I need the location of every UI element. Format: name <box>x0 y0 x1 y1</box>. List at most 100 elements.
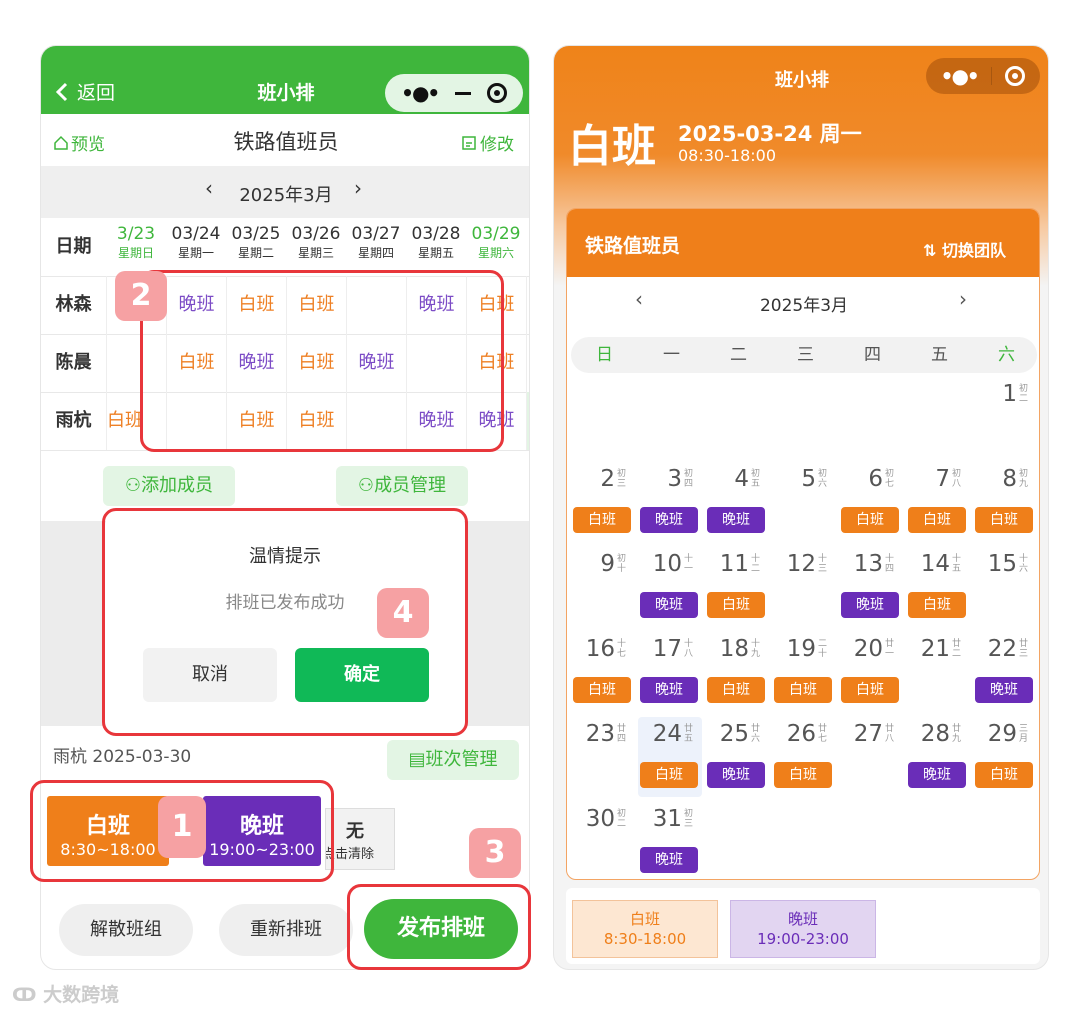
edit-icon <box>462 135 476 150</box>
calendar-day[interactable]: 25 廿六 晚班 <box>705 717 769 797</box>
watermark-logo-icon: ↀ <box>12 984 44 1006</box>
close-target-icon[interactable] <box>486 83 507 103</box>
shift-pill: 白班 <box>975 507 1033 533</box>
lunar-date: 初八 <box>952 469 962 489</box>
watermark-text: 大数跨境 <box>43 984 120 1006</box>
lunar-date: 二十 <box>818 639 828 659</box>
schedule-cell[interactable] <box>526 392 529 450</box>
schedule-cell[interactable] <box>526 276 529 334</box>
date-column-header[interactable]: 03/25 星期二 <box>226 224 286 261</box>
lunar-date: 初三 <box>617 469 627 489</box>
calendar-day[interactable]: 16 十七 白班 <box>571 632 635 712</box>
shift-pill: 白班 <box>841 507 899 533</box>
calendar-day[interactable]: 1 初二 <box>973 377 1037 457</box>
day-number: 6 <box>868 466 883 492</box>
dissolve-button[interactable]: 解散班组 <box>59 904 193 956</box>
next-month-button[interactable]: › <box>959 287 967 311</box>
calendar-day[interactable]: 11 十二 白班 <box>705 547 769 627</box>
column-date: 03 <box>526 224 529 244</box>
calendar-day[interactable]: 3 初四 晚班 <box>638 462 702 542</box>
calendar-day[interactable]: 5 初六 <box>772 462 836 542</box>
calendar-day[interactable]: 22 廿三 晚班 <box>973 632 1037 712</box>
shift-clear-hint: 点击清除 <box>325 847 374 862</box>
date-column-header[interactable]: 03/27 星期四 <box>346 224 406 261</box>
calendar-day[interactable]: 31 初三 晚班 <box>638 802 702 879</box>
lunar-date: 廿四 <box>617 724 627 744</box>
calendar-day[interactable]: 30 初二 <box>571 802 635 879</box>
date-column-header[interactable]: 03/29 星期六 <box>466 224 526 261</box>
more-icon[interactable]: •●• <box>941 64 980 88</box>
minimize-icon[interactable] <box>454 91 471 95</box>
back-button[interactable]: 返回 <box>55 78 115 105</box>
date-column-header[interactable]: 03/24 星期一 <box>166 224 226 261</box>
weekday-label: 四 <box>864 345 881 365</box>
calendar-day[interactable]: 29 三月 白班 <box>973 717 1037 797</box>
date-column-header[interactable]: 03/26 星期三 <box>286 224 346 261</box>
shift-pill: 白班 <box>841 677 899 703</box>
schedule-cell[interactable] <box>526 334 529 392</box>
calendar-day[interactable]: 12 十三 <box>772 547 836 627</box>
calendar-day[interactable]: 26 廿七 白班 <box>772 717 836 797</box>
calendar-day[interactable]: 15 十六 <box>973 547 1037 627</box>
calendar-day[interactable]: 4 初五 晚班 <box>705 462 769 542</box>
day-number: 8 <box>1002 466 1017 492</box>
calendar-day[interactable]: 2 初三 白班 <box>571 462 635 542</box>
date-column-header[interactable]: 03星 <box>526 224 529 261</box>
more-icon[interactable]: •●• <box>401 81 440 105</box>
calendar-day[interactable]: 13 十四 晚班 <box>839 547 903 627</box>
column-weekday: 星期五 <box>417 246 454 260</box>
close-target-icon[interactable] <box>1005 66 1026 86</box>
watermark: ↀ 大数跨境 <box>12 980 119 1007</box>
member-manage-label: 成员管理 <box>374 475 447 496</box>
member-name: 雨杭 <box>55 410 92 431</box>
day-number: 9 <box>600 551 615 577</box>
edit-button[interactable]: 修改 <box>461 130 514 155</box>
date-column-header[interactable]: 3/23 星期日 <box>106 224 166 261</box>
day-number: 28 <box>920 721 950 747</box>
right-team-name: 铁路值班员 <box>585 235 681 257</box>
calendar-day[interactable]: 8 初九 白班 <box>973 462 1037 542</box>
add-member-label: 添加成员 <box>141 475 214 496</box>
calendar-day[interactable]: 17 十八 晚班 <box>638 632 702 712</box>
shift-pill: 白班 <box>573 507 631 533</box>
day-number: 12 <box>786 551 816 577</box>
calendar-day[interactable]: 9 初十 <box>571 547 635 627</box>
shift-manage-button[interactable]: ▤班次管理 <box>387 740 519 780</box>
member-manage-button[interactable]: ⚇成员管理 <box>336 466 468 506</box>
calendar-day[interactable]: 27 廿八 <box>839 717 903 797</box>
calendar-day[interactable]: 24 廿五 白班 <box>638 717 702 797</box>
calendar-day[interactable]: 10 十一 晚班 <box>638 547 702 627</box>
calendar-day[interactable]: 6 初七 白班 <box>839 462 903 542</box>
lunar-date: 廿五 <box>684 724 694 744</box>
calendar-day[interactable]: 14 十五 白班 <box>906 547 970 627</box>
lunar-date: 廿九 <box>952 724 962 744</box>
reschedule-button[interactable]: 重新排班 <box>219 904 353 956</box>
day-number: 7 <box>935 466 950 492</box>
shift-pill: 白班 <box>975 762 1033 788</box>
weekday-label: 日 <box>596 345 613 365</box>
day-number: 25 <box>719 721 749 747</box>
calendar-day[interactable]: 19 二十 白班 <box>772 632 836 712</box>
shift-clear-option[interactable]: 无 点击清除 <box>325 808 395 870</box>
badge-4: 4 <box>377 588 429 638</box>
calendar-day[interactable]: 7 初八白班 <box>906 462 970 542</box>
calendar-day[interactable]: 28 廿九晚班 <box>906 717 970 797</box>
calendar-day[interactable]: 20 廿一 白班 <box>839 632 903 712</box>
shift-pill: 白班 <box>908 507 966 533</box>
add-member-button[interactable]: ⚇添加成员 <box>103 466 235 506</box>
shift-pill: 晚班 <box>975 677 1033 703</box>
next-month-button[interactable]: › <box>354 176 362 200</box>
switch-team-button[interactable]: ⇅ 切换团队 <box>923 237 1006 261</box>
date-column-header[interactable]: 03/28 星期五 <box>406 224 466 261</box>
day-number: 11 <box>719 551 749 577</box>
calendar-day[interactable]: 18 十九 白班 <box>705 632 769 712</box>
calendar-day[interactable]: 21 廿二 <box>906 632 970 712</box>
column-weekday: 星期六 <box>477 246 514 260</box>
lunar-date: 十四 <box>885 554 895 574</box>
shift-pill: 晚班 <box>908 762 966 788</box>
right-phone: 班小排 •●• 白班 2025-03-24 周一 08:30-18:00 铁路值… <box>553 45 1049 970</box>
edit-label: 修改 <box>480 135 514 155</box>
calendar-day[interactable]: 23 廿四 <box>571 717 635 797</box>
back-label: 返回 <box>77 82 116 104</box>
switch-team-label: 切换团队 <box>941 241 1006 260</box>
